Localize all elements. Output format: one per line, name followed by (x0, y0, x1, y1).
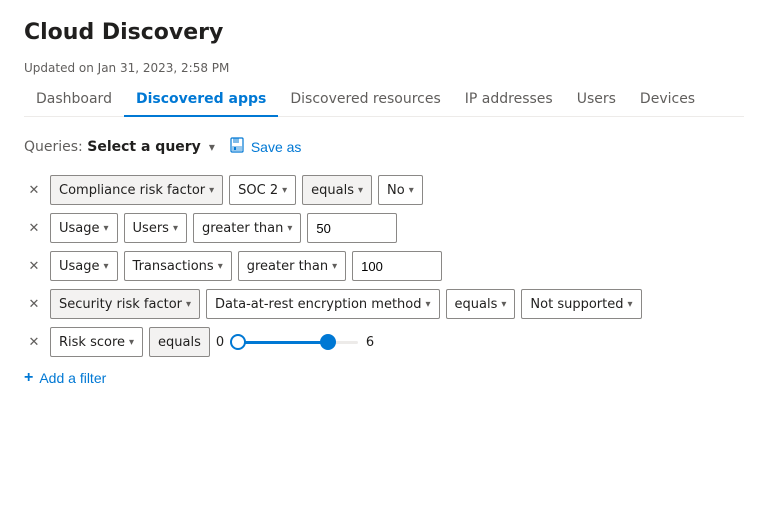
chevron-down-icon: ▾ (409, 185, 414, 196)
chevron-down-icon: ▾ (218, 261, 223, 272)
chevron-down-icon: ▾ (173, 223, 178, 234)
remove-filter-1-button[interactable]: ✕ (24, 180, 44, 200)
chevron-down-icon: ▾ (209, 185, 214, 196)
queries-label: Queries: Select a query (24, 139, 201, 155)
chevron-down-icon: ▾ (209, 140, 215, 154)
filter-row-3: ✕ Usage ▾ Transactions ▾ greater than ▾ (24, 251, 744, 281)
tab-ip-addresses[interactable]: IP addresses (453, 83, 565, 117)
no-value-dropdown[interactable]: No ▾ (378, 175, 423, 205)
filter-rows: ✕ Compliance risk factor ▾ SOC 2 ▾ equal… (24, 175, 744, 357)
risk-score-dropdown[interactable]: Risk score ▾ (50, 327, 143, 357)
data-at-rest-dropdown[interactable]: Data-at-rest encryption method ▾ (206, 289, 440, 319)
remove-filter-5-button[interactable]: ✕ (24, 332, 44, 352)
filter-row-2: ✕ Usage ▾ Users ▾ greater than ▾ (24, 213, 744, 243)
main-container: Cloud Discovery Updated on Jan 31, 2023,… (0, 0, 768, 417)
usage-dropdown-2[interactable]: Usage ▾ (50, 213, 118, 243)
save-icon (229, 137, 245, 157)
chevron-down-icon: ▾ (104, 261, 109, 272)
greater-than-3-dropdown[interactable]: greater than ▾ (238, 251, 346, 281)
usage-dropdown-3[interactable]: Usage ▾ (50, 251, 118, 281)
transactions-dropdown[interactable]: Transactions ▾ (124, 251, 232, 281)
range-fill (238, 341, 328, 344)
queries-bold-label: Select a query (87, 139, 201, 155)
security-risk-factor-dropdown[interactable]: Security risk factor ▾ (50, 289, 200, 319)
chevron-down-icon: ▾ (358, 185, 363, 196)
updated-text: Updated on Jan 31, 2023, 2:58 PM (24, 61, 744, 75)
compliance-risk-factor-dropdown[interactable]: Compliance risk factor ▾ (50, 175, 223, 205)
close-icon: ✕ (29, 334, 40, 350)
chevron-down-icon: ▾ (426, 299, 431, 310)
chevron-down-icon: ▾ (501, 299, 506, 310)
equals-operator-4-dropdown[interactable]: equals ▾ (446, 289, 516, 319)
remove-filter-2-button[interactable]: ✕ (24, 218, 44, 238)
tab-nav: Dashboard Discovered apps Discovered res… (24, 83, 744, 117)
soc2-dropdown[interactable]: SOC 2 ▾ (229, 175, 296, 205)
close-icon: ✕ (29, 296, 40, 312)
queries-bar: Queries: Select a query ▾ Save as (24, 133, 744, 161)
page-title: Cloud Discovery (24, 20, 744, 45)
chevron-down-icon: ▾ (129, 337, 134, 348)
greater-than-2-dropdown[interactable]: greater than ▾ (193, 213, 301, 243)
tab-discovered-resources[interactable]: Discovered resources (278, 83, 452, 117)
close-icon: ✕ (29, 258, 40, 274)
filter-row-4: ✕ Security risk factor ▾ Data-at-rest en… (24, 289, 744, 319)
chevron-down-icon: ▾ (186, 299, 191, 310)
tab-discovered-apps[interactable]: Discovered apps (124, 83, 278, 117)
filter-row-5: ✕ Risk score ▾ equals 0 6 (24, 327, 744, 357)
equals-operator-1-dropdown[interactable]: equals ▾ (302, 175, 372, 205)
users-dropdown[interactable]: Users ▾ (124, 213, 187, 243)
remove-filter-4-button[interactable]: ✕ (24, 294, 44, 314)
tab-devices[interactable]: Devices (628, 83, 707, 117)
equals-operator-5-dropdown[interactable]: equals (149, 327, 210, 357)
chevron-down-icon: ▾ (282, 185, 287, 196)
not-supported-dropdown[interactable]: Not supported ▾ (521, 289, 641, 319)
remove-filter-3-button[interactable]: ✕ (24, 256, 44, 276)
slider-min-value: 0 (216, 335, 230, 350)
plus-icon: + (24, 369, 33, 387)
chevron-down-icon: ▾ (287, 223, 292, 234)
close-icon: ✕ (29, 220, 40, 236)
tab-dashboard[interactable]: Dashboard (24, 83, 124, 117)
range-slider[interactable] (238, 327, 358, 357)
tab-users[interactable]: Users (565, 83, 628, 117)
chevron-down-icon: ▾ (627, 299, 632, 310)
value-100-input[interactable] (352, 251, 442, 281)
filter-row-1: ✕ Compliance risk factor ▾ SOC 2 ▾ equal… (24, 175, 744, 205)
chevron-down-icon: ▾ (332, 261, 337, 272)
chevron-down-icon: ▾ (104, 223, 109, 234)
close-icon: ✕ (29, 182, 40, 198)
range-thumb-end[interactable] (320, 334, 336, 350)
save-as-label: Save as (251, 139, 302, 155)
range-thumb-start[interactable] (230, 334, 246, 350)
add-filter-label: Add a filter (39, 370, 106, 386)
value-50-input[interactable] (307, 213, 397, 243)
slider-max-value: 6 (366, 335, 380, 350)
risk-score-slider-container: 0 6 (216, 327, 380, 357)
save-as-button[interactable]: Save as (223, 133, 308, 161)
add-filter-button[interactable]: + Add a filter (24, 363, 106, 393)
